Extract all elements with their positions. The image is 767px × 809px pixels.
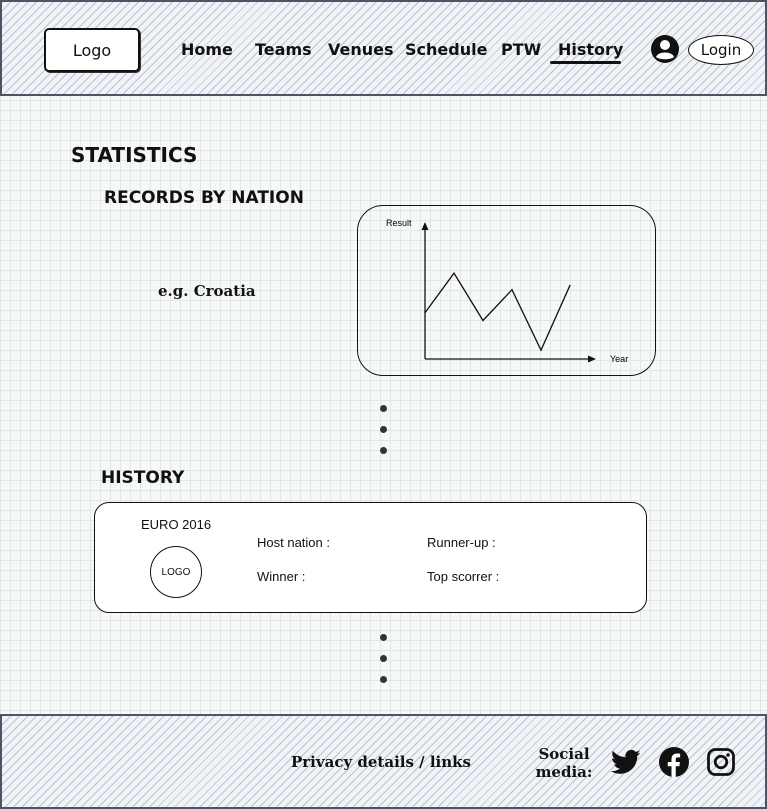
- nav-venues[interactable]: Venues: [328, 40, 394, 60]
- social-media-label: Social media:: [534, 745, 594, 781]
- runner-up-field: Runner-up :: [427, 535, 496, 550]
- history-title: HISTORY: [101, 468, 185, 488]
- winner-field: Winner :: [257, 569, 306, 584]
- tournament-logo: LOGO: [150, 546, 202, 598]
- series-point-0: [424, 312, 426, 314]
- host-nation-field: Host nation :: [257, 535, 330, 550]
- header: Logo Home Teams Venues Schedule PTW Hist…: [0, 0, 767, 96]
- footer: Privacy details / links Social media:: [0, 714, 767, 809]
- dot: [379, 426, 387, 433]
- statistics-title: STATISTICS: [71, 143, 198, 167]
- series-point-5: [569, 284, 571, 286]
- series-line: [424, 272, 571, 352]
- series-point-2: [482, 319, 484, 322]
- nav-teams[interactable]: Teams: [255, 40, 312, 60]
- twitter-icon[interactable]: [611, 747, 641, 777]
- history-card[interactable]: EURO 2016 LOGO Host nation : Runner-up :…: [94, 502, 647, 613]
- nav-schedule[interactable]: Schedule: [405, 40, 487, 60]
- records-by-nation-title: RECORDS BY NATION: [104, 188, 304, 208]
- more-indicator-dots: [376, 634, 390, 697]
- logo-text: Logo: [72, 40, 112, 60]
- dot: [379, 676, 387, 683]
- y-axis-arrow: [421, 222, 429, 230]
- top-scorer-field: Top scorrer :: [427, 569, 500, 584]
- dot: [379, 405, 387, 412]
- social-label-line1: Social: [538, 745, 590, 763]
- login-button[interactable]: Login: [688, 35, 754, 65]
- nav-ptw[interactable]: PTW: [501, 40, 541, 60]
- series-point-1: [453, 272, 455, 274]
- nav-history[interactable]: History: [558, 40, 623, 60]
- chart-svg: Result Year: [386, 218, 628, 364]
- dot: [379, 634, 387, 641]
- dot: [379, 447, 387, 454]
- chart-series: [424, 272, 571, 352]
- privacy-links[interactable]: Privacy details / links: [291, 753, 471, 771]
- facebook-icon[interactable]: [659, 747, 689, 777]
- tournament-logo-text: LOGO: [161, 566, 191, 578]
- tournament-title: EURO 2016: [141, 517, 212, 532]
- instagram-icon[interactable]: [706, 747, 736, 777]
- more-indicator-dots: [376, 405, 390, 468]
- dot: [379, 655, 387, 662]
- login-label: Login: [700, 41, 742, 59]
- y-axis-label: Result: [386, 218, 412, 228]
- active-nav-underline: [550, 61, 621, 64]
- series-point-3: [511, 289, 513, 291]
- logo-button[interactable]: Logo: [44, 28, 140, 72]
- x-axis-label: Year: [610, 354, 628, 364]
- user-icon[interactable]: [650, 34, 680, 64]
- x-axis-arrow: [588, 355, 596, 363]
- records-chart: Result Year: [357, 205, 656, 376]
- nav-home[interactable]: Home: [181, 40, 233, 60]
- example-nation-label: e.g. Croatia: [158, 282, 256, 300]
- series-point-4: [540, 349, 542, 351]
- social-label-line2: media:: [535, 763, 593, 781]
